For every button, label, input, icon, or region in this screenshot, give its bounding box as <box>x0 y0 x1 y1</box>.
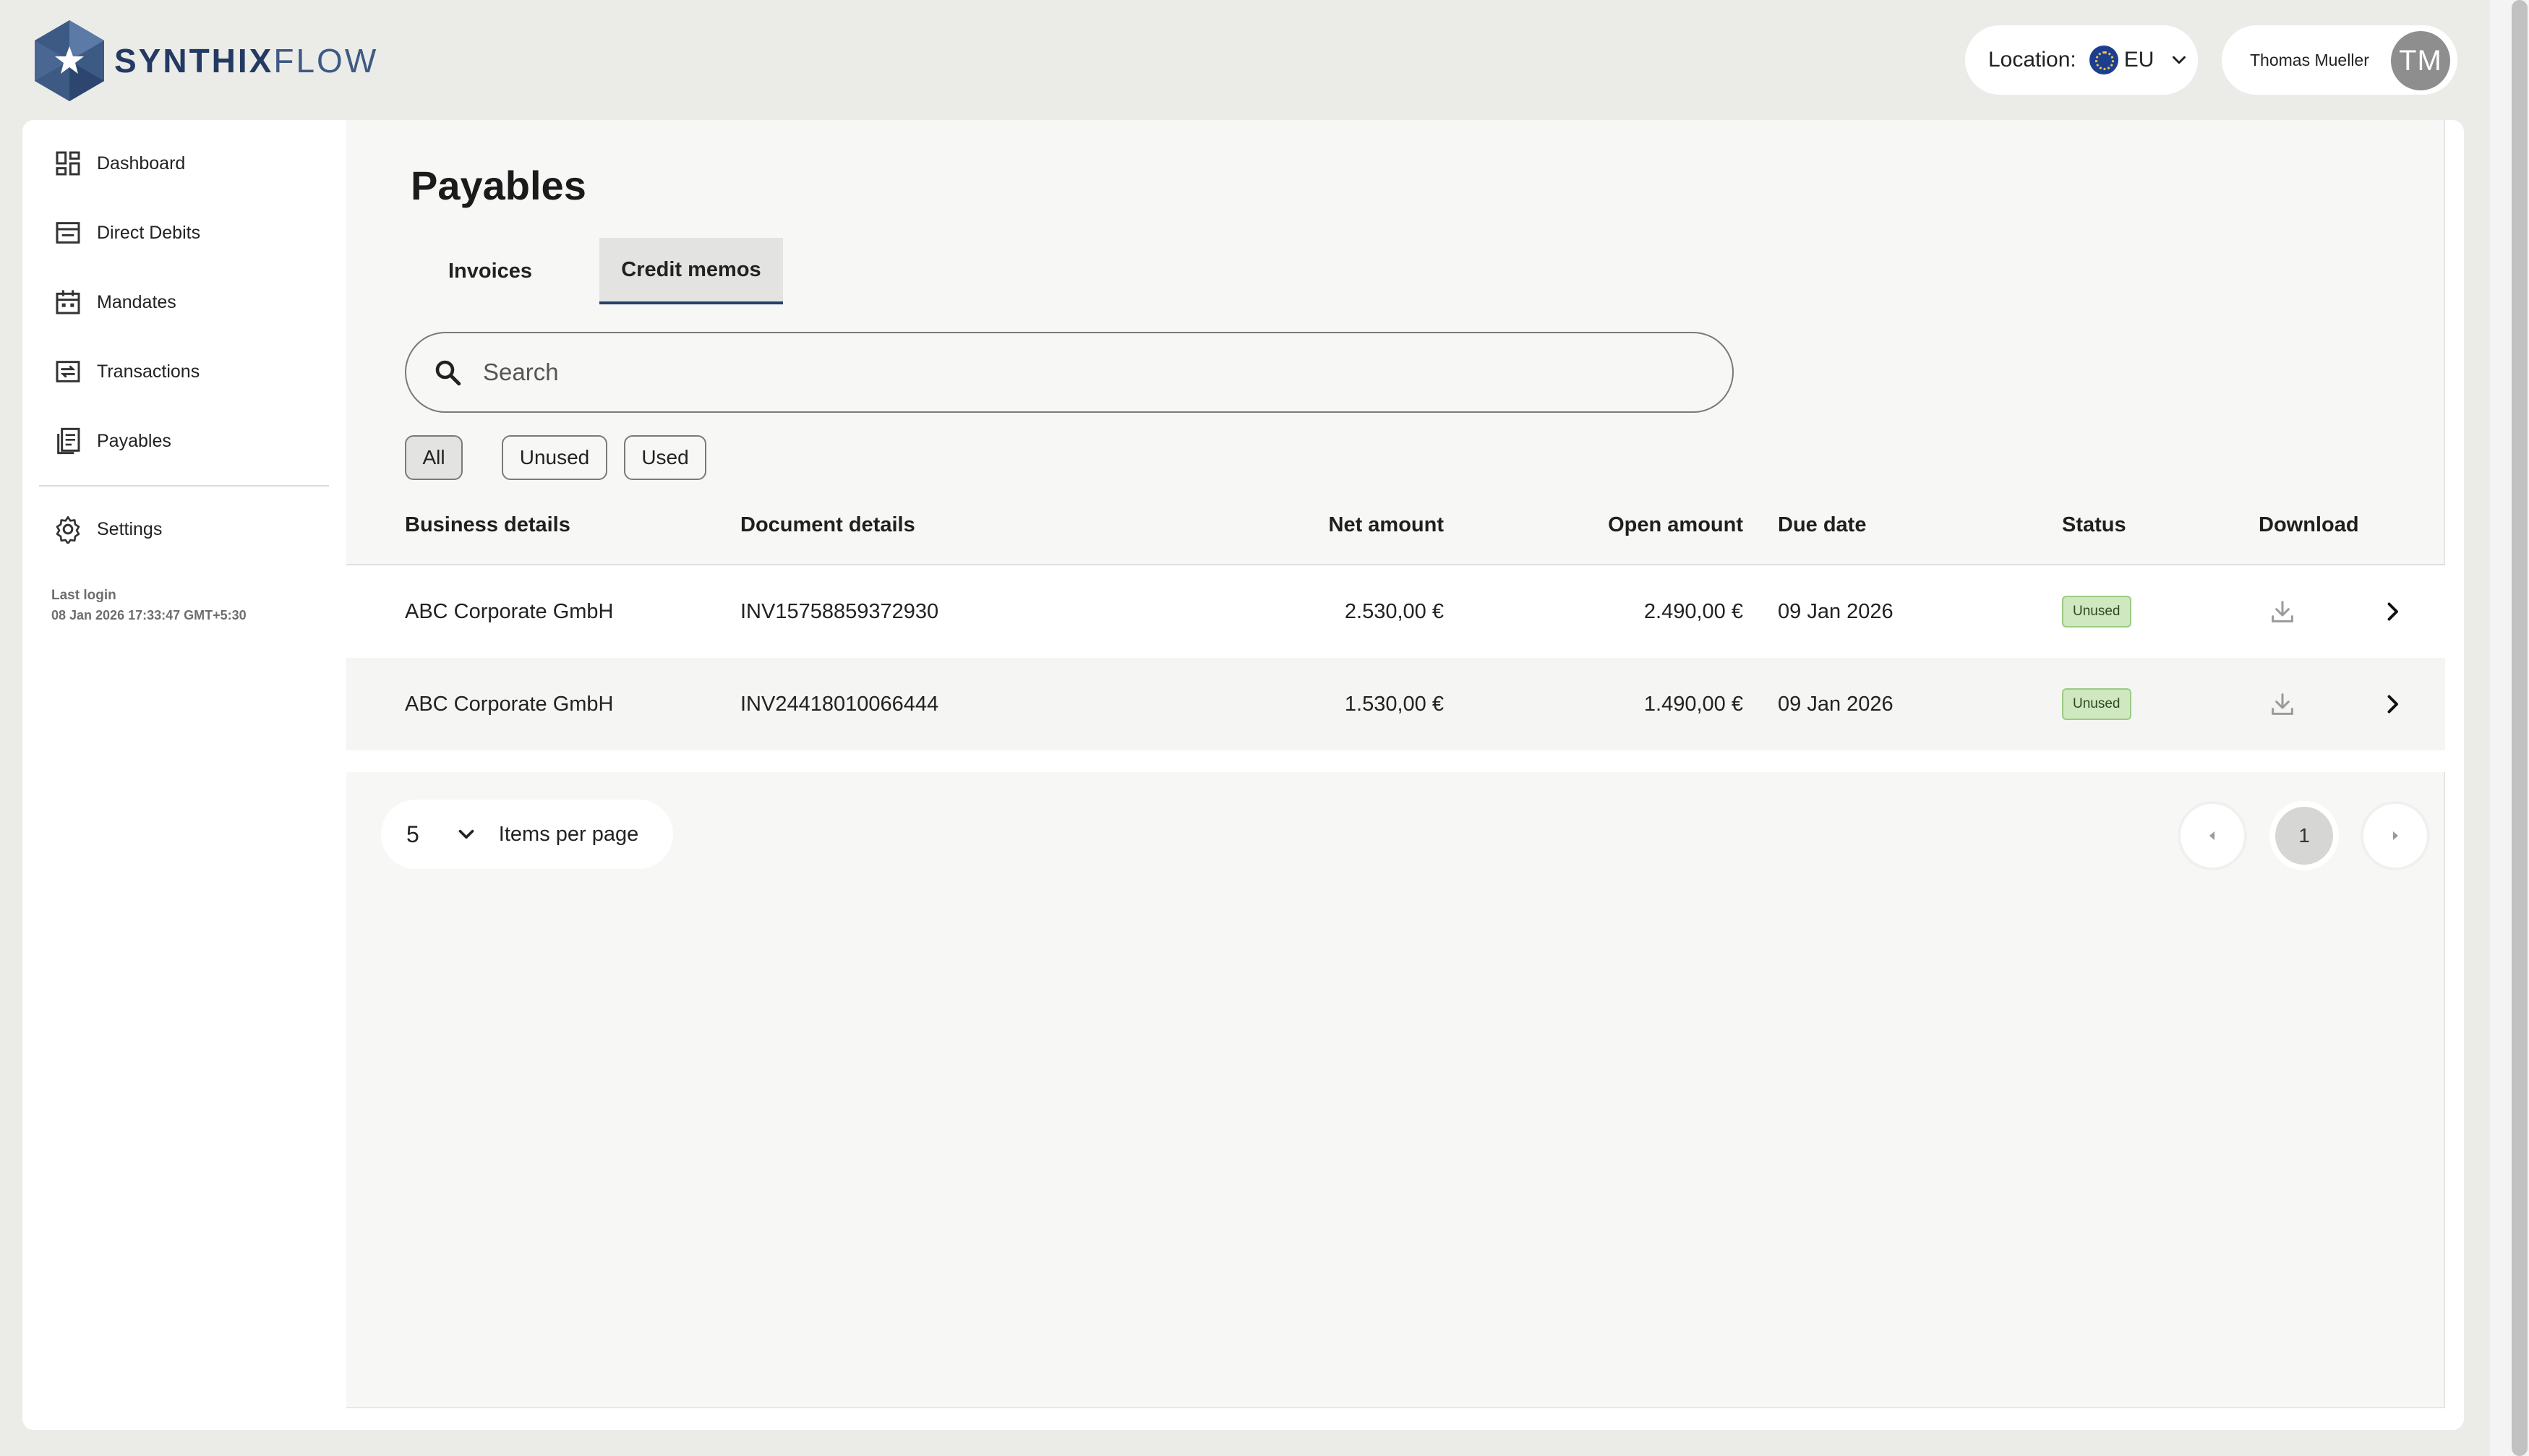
sidebar: Dashboard Direct Debits Mandates Transac… <box>22 120 346 1408</box>
brand-logo[interactable]: SYNTHIXFLOW <box>32 19 378 103</box>
filter-all[interactable]: All <box>405 435 463 480</box>
table-row[interactable]: ABC Corporate GmbH INV24418010066444 1.5… <box>346 658 2445 750</box>
cell-document: INV15758859372930 <box>740 599 939 623</box>
column-header-document[interactable]: Document details <box>740 513 915 537</box>
cell-due-date: 09 Jan 2026 <box>1778 599 1893 623</box>
search-input[interactable] <box>483 359 1640 386</box>
items-per-page-selector[interactable]: 5 Items per page <box>381 800 673 869</box>
table-row[interactable]: ABC Corporate GmbH INV15758859372930 2.5… <box>346 565 2445 658</box>
sidebar-item-dashboard[interactable]: Dashboard <box>54 142 185 185</box>
brand-name: SYNTHIXFLOW <box>114 42 379 80</box>
payables-icon <box>57 427 80 455</box>
tab-credit-memos[interactable]: Credit memos <box>599 238 783 304</box>
user-menu[interactable]: Thomas Mueller TM <box>2222 25 2457 95</box>
status-cell: Unused <box>2062 658 2131 750</box>
page-title: Payables <box>411 163 586 208</box>
sidebar-item-direct-debits[interactable]: Direct Debits <box>54 211 200 254</box>
status-badge: Unused <box>2062 596 2131 628</box>
current-page-number: 1 <box>2275 807 2333 865</box>
sidebar-item-label: Payables <box>97 430 171 451</box>
tab-invoices[interactable]: Invoices <box>411 238 570 304</box>
sidebar-item-transactions[interactable]: Transactions <box>54 350 200 393</box>
items-per-page-value: 5 <box>406 821 419 847</box>
row-open-button[interactable] <box>2378 565 2407 658</box>
column-header-download: Download <box>2259 513 2359 536</box>
column-header-net-amount[interactable]: Net amount <box>1142 513 1445 537</box>
filter-unused[interactable]: Unused <box>502 435 607 480</box>
last-login-label: Last login <box>51 588 116 603</box>
sidebar-item-label: Dashboard <box>97 153 186 174</box>
download-button[interactable] <box>2261 565 2304 658</box>
search-bar[interactable] <box>405 332 1734 413</box>
sidebar-divider <box>39 485 329 487</box>
last-login-value: 08 Jan 2026 17:33:47 GMT+5:30 <box>51 608 247 622</box>
eu-flag-icon <box>2089 46 2118 74</box>
download-icon <box>2272 693 2293 715</box>
main-content: Payables Invoices Credit memos All Unuse… <box>346 120 2445 1408</box>
status-cell: Unused <box>2062 565 2131 658</box>
location-label: Location: <box>1988 48 2076 72</box>
cell-business: ABC Corporate GmbH <box>405 692 614 716</box>
sidebar-item-label: Transactions <box>97 361 200 382</box>
user-name: Thomas Mueller <box>2250 50 2369 69</box>
sidebar-item-settings[interactable]: Settings <box>54 508 162 551</box>
next-page-button[interactable] <box>2361 801 2430 870</box>
transactions-icon <box>56 361 80 382</box>
cell-open-amount: 2.490,00 € <box>1643 599 1743 623</box>
page-button-1[interactable]: 1 <box>2269 801 2339 870</box>
chevron-down-icon <box>2173 56 2186 64</box>
avatar: TM <box>2391 31 2450 90</box>
cell-net-amount: 2.530,00 € <box>1344 599 1444 623</box>
frame-bottom-edge <box>22 1408 2464 1430</box>
caret-right-icon <box>2393 831 2398 840</box>
download-button[interactable] <box>2261 658 2304 750</box>
chevron-down-icon <box>458 829 474 839</box>
items-per-page-label: Items per page <box>498 822 639 846</box>
chevron-right-icon <box>2387 695 2398 714</box>
hexagon-logo-icon <box>35 20 104 101</box>
cell-document: INV24418010066444 <box>740 692 939 716</box>
caret-left-icon <box>2209 831 2215 840</box>
filter-used[interactable]: Used <box>624 435 706 480</box>
chevron-right-icon <box>2387 602 2398 621</box>
cell-business: ABC Corporate GmbH <box>405 599 614 623</box>
location-value: EU <box>2123 48 2154 72</box>
column-header-status[interactable]: Status <box>2062 513 2126 537</box>
dashboard-icon <box>56 151 80 176</box>
status-badge: Unused <box>2062 688 2131 720</box>
sidebar-item-label: Mandates <box>97 291 176 312</box>
column-header-open-amount[interactable]: Open amount <box>1503 513 1743 537</box>
cell-due-date: 09 Jan 2026 <box>1778 692 1893 716</box>
download-icon <box>2272 601 2293 622</box>
table-footer-spacer <box>346 750 2445 772</box>
sidebar-item-payables[interactable]: Payables <box>54 419 171 463</box>
sidebar-item-label: Settings <box>97 518 163 539</box>
page-scrollbar-thumb[interactable] <box>2512 0 2528 1456</box>
previous-page-button[interactable] <box>2178 801 2247 870</box>
cell-net-amount: 1.530,00 € <box>1344 692 1444 716</box>
gear-icon <box>56 516 80 544</box>
calendar-icon <box>56 290 80 314</box>
direct-debits-icon <box>56 222 80 244</box>
column-header-due-date[interactable]: Due date <box>1778 513 1866 537</box>
app-frame: Dashboard Direct Debits Mandates Transac… <box>22 120 2464 1430</box>
sidebar-item-label: Direct Debits <box>97 222 201 243</box>
search-icon <box>435 360 461 386</box>
location-selector[interactable]: Location: EU <box>1965 25 2198 95</box>
column-header-business[interactable]: Business details <box>405 513 570 537</box>
row-open-button[interactable] <box>2378 658 2407 750</box>
cell-open-amount: 1.490,00 € <box>1643 692 1743 716</box>
sidebar-item-mandates[interactable]: Mandates <box>54 281 176 324</box>
